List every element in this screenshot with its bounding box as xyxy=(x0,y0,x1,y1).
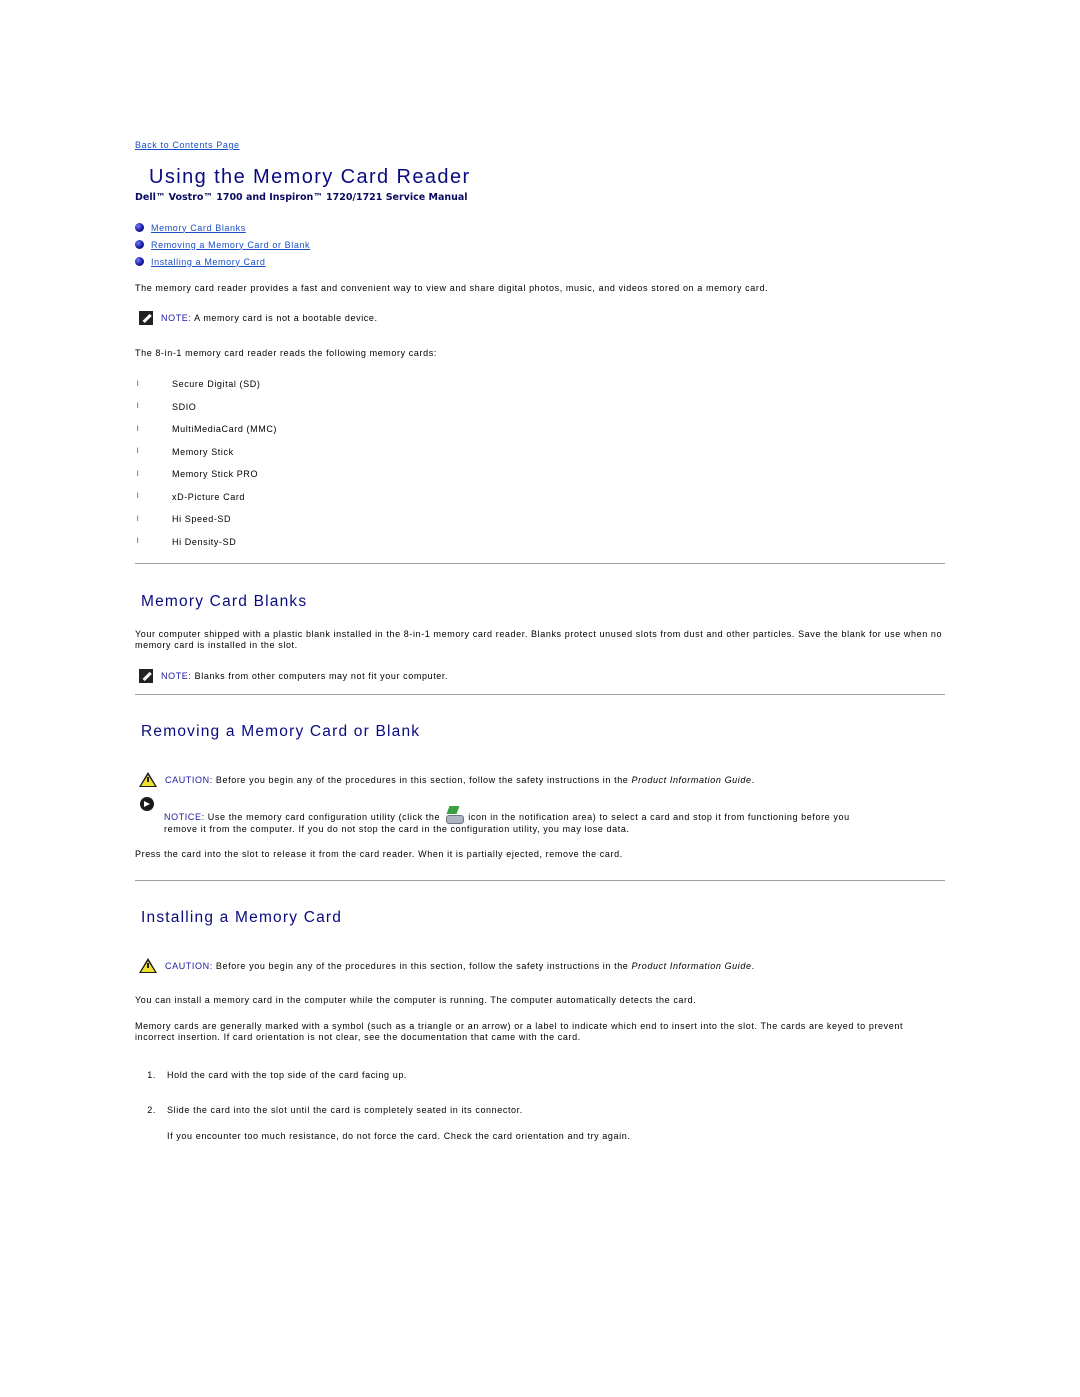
product-information-guide: Product Information Guide xyxy=(631,774,752,785)
caution-content: CAUTION: Before you begin any of the pro… xyxy=(165,775,755,785)
list-bullet: l xyxy=(137,448,140,456)
section-divider xyxy=(135,563,945,564)
page-title: Using the Memory Card Reader xyxy=(149,166,471,188)
step-number: 1. xyxy=(147,1070,156,1080)
caution-label: CAUTION: xyxy=(165,960,213,971)
blanks-paragraph: Your computer shipped with a plastic bla… xyxy=(135,629,943,650)
step-note-text: If you encounter too much resistance, do… xyxy=(167,1131,631,1141)
list-bullet: l xyxy=(137,538,140,546)
notice-text: icon in the notification area) to select… xyxy=(465,812,850,822)
caution-text: Before you begin any of the procedures i… xyxy=(212,774,632,785)
toc-item: Installing a Memory Card xyxy=(135,253,310,270)
toc-link-installing-memory-card[interactable]: Installing a Memory Card xyxy=(151,257,265,267)
blue-bullet-icon xyxy=(135,240,144,249)
note-label: NOTE: xyxy=(161,313,192,323)
list-item: l Hi Density-SD xyxy=(135,531,277,554)
memory-card-list: l Secure Digital (SD) l SDIO l MultiMediaCa… xyxy=(135,373,277,553)
step-note: If you encounter too much resistance, do… xyxy=(167,1131,947,1141)
list-item: l Memory Stick xyxy=(135,441,277,464)
note-pencil-icon xyxy=(139,669,153,683)
caution-end: . xyxy=(751,960,755,971)
installing-paragraph-1: You can install a memory card in the com… xyxy=(135,995,697,1005)
card-type: Hi Speed-SD xyxy=(172,514,232,525)
caution-end: . xyxy=(751,774,755,785)
removing-paragraph: Press the card into the slot to release … xyxy=(135,849,623,859)
notice-text: Use the memory card configuration utilit… xyxy=(204,812,444,822)
installing-paragraph-2: Memory cards are generally marked with a… xyxy=(135,1021,904,1042)
caution-text: Before you begin any of the procedures i… xyxy=(212,960,632,971)
note-content: NOTE: Blanks from other computers may no… xyxy=(161,671,448,681)
toc-link-removing-memory-card[interactable]: Removing a Memory Card or Blank xyxy=(151,240,310,250)
table-of-contents: Memory Card Blanks Removing a Memory Car… xyxy=(135,219,310,270)
note-pencil-icon xyxy=(139,311,153,325)
list-bullet: l xyxy=(137,470,140,478)
toc-item: Removing a Memory Card or Blank xyxy=(135,236,310,253)
product-information-guide: Product Information Guide xyxy=(631,960,752,971)
caution-triangle-icon xyxy=(139,772,157,787)
list-item: l Hi Speed-SD xyxy=(135,508,277,531)
card-type: Memory Stick xyxy=(172,446,234,457)
notice-label: NOTICE: xyxy=(164,812,205,822)
list-item: l xD-Picture Card xyxy=(135,486,277,509)
step-text: Slide the card into the slot until the c… xyxy=(167,1105,523,1115)
list-bullet: l xyxy=(137,425,140,433)
note-bootable: NOTE: A memory card is not a bootable de… xyxy=(139,311,378,325)
card-type: Hi Density-SD xyxy=(172,536,237,547)
toc-link-memory-card-blanks[interactable]: Memory Card Blanks xyxy=(151,223,246,233)
step-item: 2. Slide the card into the slot until th… xyxy=(135,1105,935,1115)
caution-triangle-icon xyxy=(139,958,157,973)
blue-bullet-icon xyxy=(135,223,144,232)
manual-subtitle: Dell™ Vostro™ 1700 and Inspiron™ 1720/17… xyxy=(135,192,468,203)
note-text: Blanks from other computers may not fit … xyxy=(191,671,449,681)
note-blanks: NOTE: Blanks from other computers may no… xyxy=(139,669,448,683)
caution-label: CAUTION: xyxy=(165,774,213,785)
step-number: 2. xyxy=(147,1105,156,1115)
card-type: Secure Digital (SD) xyxy=(172,379,261,390)
note-label: NOTE: xyxy=(161,671,192,681)
list-bullet: l xyxy=(137,380,140,388)
card-type: SDIO xyxy=(172,401,197,412)
card-type: xD-Picture Card xyxy=(172,491,246,502)
blue-bullet-icon xyxy=(135,257,144,266)
step-item: 1. Hold the card with the top side of th… xyxy=(135,1070,935,1080)
note-content: NOTE: A memory card is not a bootable de… xyxy=(161,313,378,323)
caution-installing: CAUTION: Before you begin any of the pro… xyxy=(139,958,755,973)
list-bullet: l xyxy=(137,493,140,501)
list-bullet: l xyxy=(137,403,140,411)
heading-memory-card-blanks: Memory Card Blanks xyxy=(141,593,308,610)
back-to-contents-link[interactable]: Back to Contents Page xyxy=(135,140,240,150)
memory-card-utility-icon xyxy=(445,806,465,824)
toc-item: Memory Card Blanks xyxy=(135,219,310,236)
notice-content: NOTICE: Use the memory card configuratio… xyxy=(164,806,954,836)
caution-content: CAUTION: Before you begin any of the pro… xyxy=(165,961,755,971)
list-item: l Memory Stick PRO xyxy=(135,463,277,486)
list-item: l SDIO xyxy=(135,396,277,419)
card-list-intro: The 8-in-1 memory card reader reads the … xyxy=(135,348,437,358)
section-divider xyxy=(135,880,945,881)
step-text: Hold the card with the top side of the c… xyxy=(167,1070,408,1080)
caution-removing: CAUTION: Before you begin any of the pro… xyxy=(139,772,755,787)
list-bullet: l xyxy=(137,515,140,523)
list-item: l MultiMediaCard (MMC) xyxy=(135,418,277,441)
card-type: MultiMediaCard (MMC) xyxy=(172,424,278,435)
notice-arrow-icon xyxy=(140,797,154,811)
list-item: l Secure Digital (SD) xyxy=(135,373,277,396)
heading-removing-memory-card: Removing a Memory Card or Blank xyxy=(141,723,421,740)
section-divider xyxy=(135,694,945,695)
notice-text: remove it from the computer. If you do n… xyxy=(164,824,630,834)
heading-installing-memory-card: Installing a Memory Card xyxy=(141,909,343,926)
note-text: A memory card is not a bootable device. xyxy=(191,313,378,323)
intro-paragraph: The memory card reader provides a fast a… xyxy=(135,283,769,293)
card-type: Memory Stick PRO xyxy=(172,469,259,480)
